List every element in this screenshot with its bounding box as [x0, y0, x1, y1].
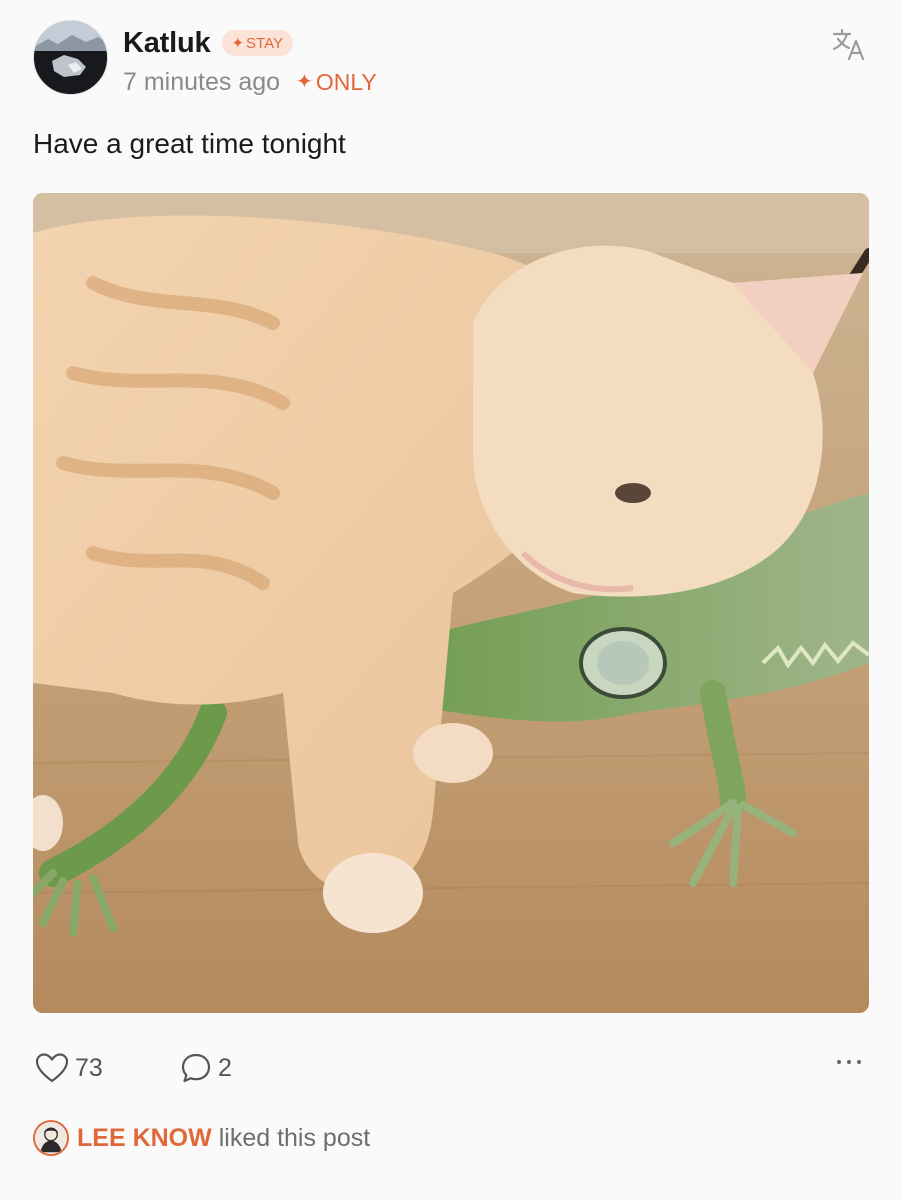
more-dots-icon [837, 1060, 841, 1064]
liker-avatar[interactable] [33, 1120, 69, 1156]
like-count: 73 [75, 1053, 103, 1082]
post-actions: 73 2 [33, 1052, 869, 1092]
comment-bubble-icon [181, 1053, 211, 1083]
avatar-photo-icon [34, 21, 107, 94]
post-timestamp: 7 minutes ago [123, 67, 281, 96]
translate-button[interactable] [829, 24, 869, 64]
author-badge-label: STAY [246, 35, 283, 52]
translate-icon [832, 28, 865, 61]
liker-name[interactable]: LEE KNOW [77, 1124, 212, 1153]
author-name-row: Katluk ✦ STAY [123, 26, 293, 60]
sparkle-icon: ✦ [296, 71, 313, 93]
like-button[interactable]: 73 [35, 1052, 103, 1084]
sparkle-icon: ✦ [231, 35, 245, 52]
author-name[interactable]: Katluk [123, 27, 211, 60]
liked-by-suffix: liked this post [218, 1123, 371, 1152]
heart-icon [35, 1053, 69, 1083]
cat-and-iguana-photo [33, 193, 869, 1013]
post-header: Katluk ✦ STAY 7 minutes ago ✦ ONLY [33, 20, 869, 96]
liked-by-row: LEE KNOW liked this post [33, 1118, 370, 1158]
comment-count: 2 [218, 1053, 232, 1082]
post-text: Have a great time tonight [33, 128, 346, 159]
post-meta-row: 7 minutes ago ✦ ONLY [123, 68, 377, 96]
more-options-button[interactable] [837, 1060, 861, 1064]
comment-button[interactable]: 2 [180, 1052, 232, 1084]
post-image[interactable] [33, 193, 869, 1013]
author-badge: ✦ STAY [222, 30, 293, 56]
visibility-tag: ✦ ONLY [296, 69, 377, 96]
visibility-label: ONLY [315, 68, 377, 95]
liker-avatar-icon [35, 1122, 67, 1154]
author-avatar[interactable] [33, 20, 108, 95]
